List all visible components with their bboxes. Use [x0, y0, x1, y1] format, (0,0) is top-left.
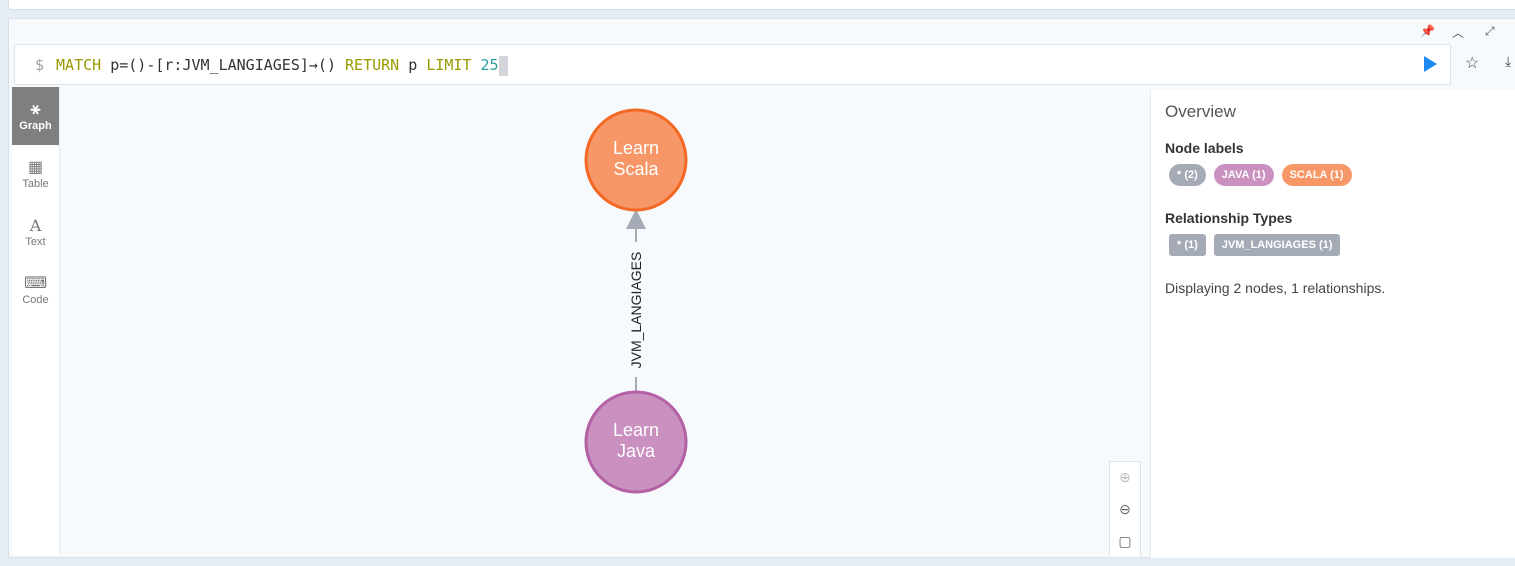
- code-icon: ⌨: [23, 275, 48, 292]
- tab-graph[interactable]: ⚹ Graph: [12, 87, 59, 145]
- relationship-type-pill[interactable]: * (1): [1169, 234, 1206, 256]
- relationship-type-pill[interactable]: JVM_LANGIAGES (1): [1213, 234, 1341, 256]
- tab-label: Table: [22, 178, 49, 190]
- node-learn-scala[interactable]: Learn Scala: [584, 108, 688, 212]
- table-icon: ▦: [27, 159, 44, 176]
- node-caption: Learn: [613, 420, 659, 440]
- download-icon[interactable]: ⤓: [1505, 53, 1511, 70]
- node-caption: Scala: [613, 159, 659, 179]
- text-icon: A: [29, 216, 42, 235]
- previous-frame: [8, 0, 1515, 10]
- zoom-controls: ⊕ ⊖ ▢: [1109, 461, 1141, 558]
- fullscreen-icon[interactable]: ⤢: [1485, 24, 1495, 39]
- overview-title: Overview: [1165, 102, 1236, 121]
- node-label-pill[interactable]: JAVA (1): [1213, 164, 1274, 186]
- query-token: MATCH: [56, 56, 102, 74]
- query-token: p=()-[r:JVM_LANGIAGES]→(): [101, 56, 346, 74]
- tab-text[interactable]: A Text: [12, 203, 59, 261]
- overview-panel: Overview Node labels * (2) JAVA (1) SCALA …: [1150, 90, 1515, 558]
- overview-summary: Displaying 2 nodes, 1 relationships.: [1165, 280, 1386, 296]
- relationship-label: JVM_LANGIAGES: [628, 252, 644, 369]
- zoom-in-icon[interactable]: ⊕: [1119, 469, 1131, 486]
- fit-to-screen-icon[interactable]: ▢: [1118, 533, 1131, 550]
- graph-icon: ⚹: [30, 101, 41, 118]
- tab-label: Text: [25, 236, 46, 248]
- pin-icon[interactable]: 📌: [1420, 24, 1435, 38]
- prompt-symbol: $: [35, 56, 45, 74]
- favorite-star-icon[interactable]: ☆: [1465, 53, 1479, 73]
- tab-label: Code: [22, 294, 49, 306]
- tab-table[interactable]: ▦ Table: [12, 145, 59, 203]
- node-caption: Learn: [613, 138, 659, 158]
- view-sidebar: ⚹ Graph ▦ Table A Text ⌨ Code: [12, 87, 60, 555]
- zoom-out-icon[interactable]: ⊖: [1119, 501, 1131, 518]
- collapse-icon[interactable]: ︿: [1452, 24, 1464, 41]
- query-token: LIMIT: [426, 56, 472, 74]
- graph-canvas[interactable]: JVM_LANGIAGES Learn Scala Learn Java: [60, 87, 1148, 555]
- tab-code[interactable]: ⌨ Code: [12, 261, 59, 319]
- query-token: RETURN: [345, 56, 400, 74]
- query-token: p: [399, 56, 427, 74]
- query-editor[interactable]: $ MATCH p=()-[r:JVM_LANGIAGES]→() RETURN …: [14, 44, 1451, 85]
- text-cursor: [498, 55, 508, 76]
- run-query-button[interactable]: [1424, 56, 1437, 72]
- node-labels-heading: Node labels: [1165, 140, 1244, 156]
- query-text[interactable]: MATCH p=()-[r:JVM_LANGIAGES]→() RETURN p…: [56, 56, 499, 74]
- node-label-pill[interactable]: SCALA (1): [1281, 164, 1352, 186]
- relationship-types-heading: Relationship Types: [1165, 210, 1293, 226]
- node-learn-java[interactable]: Learn Java: [584, 390, 688, 494]
- node-caption: Java: [617, 441, 656, 461]
- query-token: 25: [471, 56, 499, 74]
- tab-label: Graph: [19, 120, 52, 132]
- node-label-pill[interactable]: * (2): [1169, 164, 1206, 186]
